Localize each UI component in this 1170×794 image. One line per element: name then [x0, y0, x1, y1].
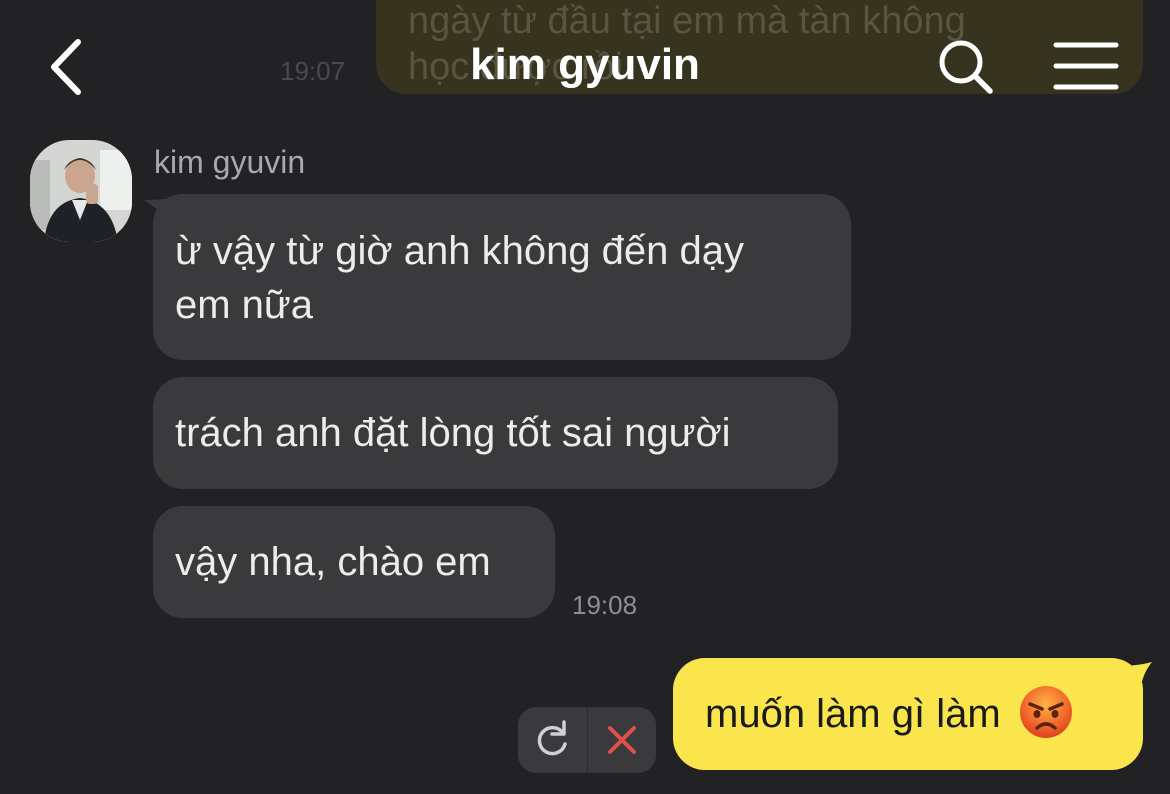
cancel-send-button[interactable]	[588, 707, 656, 773]
chat-header: kim gyuvin	[0, 0, 1170, 130]
angry-face-icon	[1019, 686, 1072, 739]
message-text: muốn làm gì làm	[705, 692, 1001, 736]
message-text: ừ vậy từ giờ anh không đến dạy	[175, 229, 745, 273]
search-button[interactable]	[935, 36, 997, 98]
incoming-message-bubble[interactable]: vậy nha, chào em	[153, 506, 555, 618]
message-text: vậy nha, chào em	[175, 540, 491, 584]
failed-message-actions	[518, 707, 656, 773]
message-text: em nữa	[175, 283, 313, 327]
close-icon	[608, 726, 636, 754]
search-icon	[939, 40, 993, 94]
message-text: trách anh đặt lòng tốt sai người	[175, 411, 731, 455]
incoming-message-bubble[interactable]: ừ vậy từ giờ anh không đến dạy em nữa	[153, 194, 851, 360]
menu-button[interactable]	[1052, 40, 1120, 92]
chat-screen: ngày từ đầu tại em mà tàn không học được…	[0, 0, 1170, 794]
avatar[interactable]	[30, 140, 132, 242]
hamburger-menu-icon	[1053, 42, 1119, 90]
outgoing-message-bubble[interactable]: muốn làm gì làm	[673, 658, 1143, 770]
incoming-message-bubble[interactable]: trách anh đặt lòng tốt sai người	[153, 377, 838, 489]
sender-name: kim gyuvin	[154, 144, 306, 180]
profile-photo	[30, 140, 132, 242]
retry-button[interactable]	[518, 707, 587, 773]
message-time: 19:08	[572, 590, 638, 620]
retry-icon	[537, 720, 567, 756]
